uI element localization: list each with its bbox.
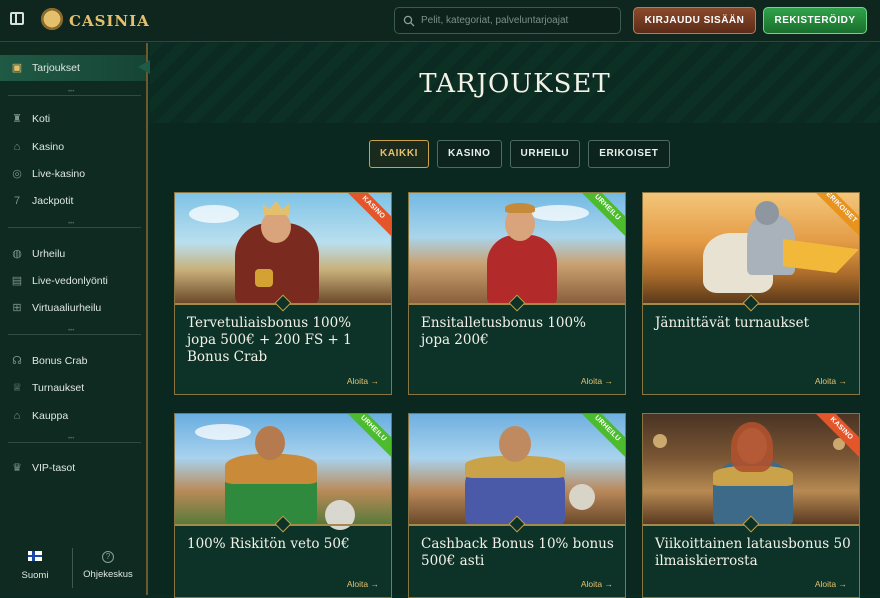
help-icon: ? [102, 551, 114, 563]
start-link[interactable]: Aloita → [347, 579, 379, 589]
gamepad-icon: ⊞ [12, 302, 22, 314]
sidebar-item-label: Urheilu [32, 248, 66, 260]
live-icon: ▤ [11, 275, 23, 287]
start-link[interactable]: Aloita → [815, 376, 847, 386]
offer-title: 100% Riskitön veto 50€ [187, 536, 350, 552]
language-label: Suomi [21, 570, 49, 581]
sidebar-divider [8, 221, 141, 228]
sidebar-item-label: Koti [32, 113, 51, 125]
offer-card[interactable]: URHEILU Cashback Bonus 10% bonus 500€ as… [408, 413, 626, 598]
ball-icon: ◍ [12, 248, 22, 260]
sidebar-item-bonus-crab[interactable]: ☊ Bonus Crab [0, 350, 146, 372]
sidebar-divider [8, 328, 141, 335]
tab-kaikki[interactable]: KAIKKI [369, 140, 430, 168]
search-icon [403, 15, 415, 26]
main-content: TARJOUKSET KAIKKI KASINO URHEILU ERIKOIS… [150, 43, 880, 598]
offer-title: Cashback Bonus 10% bonus 500€ asti [421, 536, 614, 569]
start-link[interactable]: Aloita → [581, 579, 613, 589]
help-label: Ohjekeskus [83, 569, 133, 580]
offer-title: Jännittävät turnaukset [655, 315, 809, 331]
finland-flag-icon [28, 551, 42, 561]
sidebar-item-turnaukset[interactable]: ♕ Turnaukset [0, 377, 146, 399]
page-title: TARJOUKSET [419, 69, 611, 99]
start-link[interactable]: Aloita → [347, 376, 379, 386]
chest-icon: ▣ [11, 62, 23, 74]
shop-icon: ⌂ [13, 410, 21, 422]
login-button[interactable]: KIRJAUDU SISÄÄN [633, 7, 756, 34]
sidebar-item-label: Kasino [32, 141, 65, 153]
sidebar-item-label: Jackpotit [32, 195, 74, 207]
search-box[interactable] [394, 7, 621, 34]
offer-filter-tabs: KAIKKI KASINO URHEILU ERIKOISET [369, 140, 670, 168]
offer-card[interactable]: KASINO Viikoittainen latausbonus 50 ilma… [642, 413, 860, 598]
tab-urheilu[interactable]: URHEILU [509, 140, 581, 168]
offer-image [409, 414, 625, 526]
crown-icon: ♛ [12, 462, 22, 474]
hero-banner: TARJOUKSET [150, 43, 880, 123]
sidebar-item-label: Live-kasino [32, 168, 86, 180]
sidebar-footer: Suomi ? Ohjekeskus [0, 543, 146, 595]
search-input[interactable] [421, 15, 611, 26]
tab-kasino[interactable]: KASINO [437, 140, 502, 168]
crab-icon: ☊ [12, 355, 22, 367]
sidebar-item-label: Live-vedonlyönti [32, 275, 108, 287]
sidebar-item-urheilu[interactable]: ◍ Urheilu [0, 243, 146, 265]
offer-image [409, 193, 625, 305]
building-icon: ⌂ [13, 141, 21, 153]
language-selector[interactable]: Suomi [0, 551, 70, 581]
sidebar-item-tarjoukset[interactable]: ▣ Tarjoukset [0, 55, 146, 81]
brand-name[interactable]: CASINIA [69, 12, 150, 30]
seven-icon: 7 [13, 195, 21, 207]
sidebar-divider [8, 436, 141, 443]
sidebar-item-vip-tasot[interactable]: ♛ VIP-tasot [0, 457, 146, 479]
start-link[interactable]: Aloita → [581, 376, 613, 386]
sidebar-item-live-kasino[interactable]: ◎ Live-kasino [0, 163, 146, 185]
chip-icon: ◎ [12, 168, 22, 180]
offer-title: Tervetuliaisbonus 100% jopa 500€ + 200 F… [187, 315, 352, 365]
sidebar-item-virtuaaliurheilu[interactable]: ⊞ Virtuaaliurheilu [0, 297, 146, 319]
sidebar-item-label: VIP-tasot [32, 462, 76, 474]
sidebar-item-koti[interactable]: ♜ Koti [0, 108, 146, 130]
tab-erikoiset[interactable]: ERIKOISET [588, 140, 670, 168]
offer-card[interactable]: URHEILU 100% Riskitön veto 50€ Aloita → [174, 413, 392, 598]
sidebar-item-label: Tarjoukset [32, 62, 80, 74]
sidebar-item-kauppa[interactable]: ⌂ Kauppa [0, 405, 146, 427]
casinia-logo-icon[interactable] [39, 6, 65, 32]
help-center-link[interactable]: ? Ohjekeskus [73, 551, 143, 580]
sidebar-item-label: Kauppa [32, 410, 69, 422]
start-link[interactable]: Aloita → [815, 579, 847, 589]
sidebar-item-label: Turnaukset [32, 382, 85, 394]
sidebar-item-jackpotit[interactable]: 7 Jackpotit [0, 190, 146, 212]
offer-image [175, 414, 391, 530]
sidebar: ▣ Tarjoukset ♜ Koti ⌂ Kasino ◎ Live-kasi… [0, 43, 148, 595]
sidebar-item-label: Bonus Crab [32, 355, 88, 367]
register-button[interactable]: REKISTERÖIDY [763, 7, 867, 34]
trophy-icon: ♕ [12, 382, 22, 394]
sidebar-item-label: Virtuaaliurheilu [32, 302, 102, 314]
sidebar-item-live-vedonlyonti[interactable]: ▤ Live-vedonlyönti [0, 270, 146, 292]
top-bar: CASINIA KIRJAUDU SISÄÄN REKISTERÖIDY [0, 0, 880, 42]
offer-image [643, 193, 859, 303]
sidebar-divider [8, 89, 141, 96]
offer-image [643, 414, 859, 526]
offer-image [175, 193, 391, 305]
offer-card[interactable]: URHEILU Ensitalletusbonus 100% jopa 200€… [408, 192, 626, 395]
offer-title: Viikoittainen latausbonus 50 ilmaiskierr… [655, 536, 851, 569]
offer-card[interactable]: ERIKOISET Jännittävät turnaukset Aloita … [642, 192, 860, 395]
offer-card[interactable]: KASINO Tervetuliaisbonus 100% jopa 500€ … [174, 192, 392, 395]
offer-title: Ensitalletusbonus 100% jopa 200€ [421, 315, 586, 348]
castle-icon: ♜ [12, 113, 22, 125]
sidebar-toggle-icon[interactable] [10, 12, 24, 25]
sidebar-item-kasino[interactable]: ⌂ Kasino [0, 136, 146, 158]
